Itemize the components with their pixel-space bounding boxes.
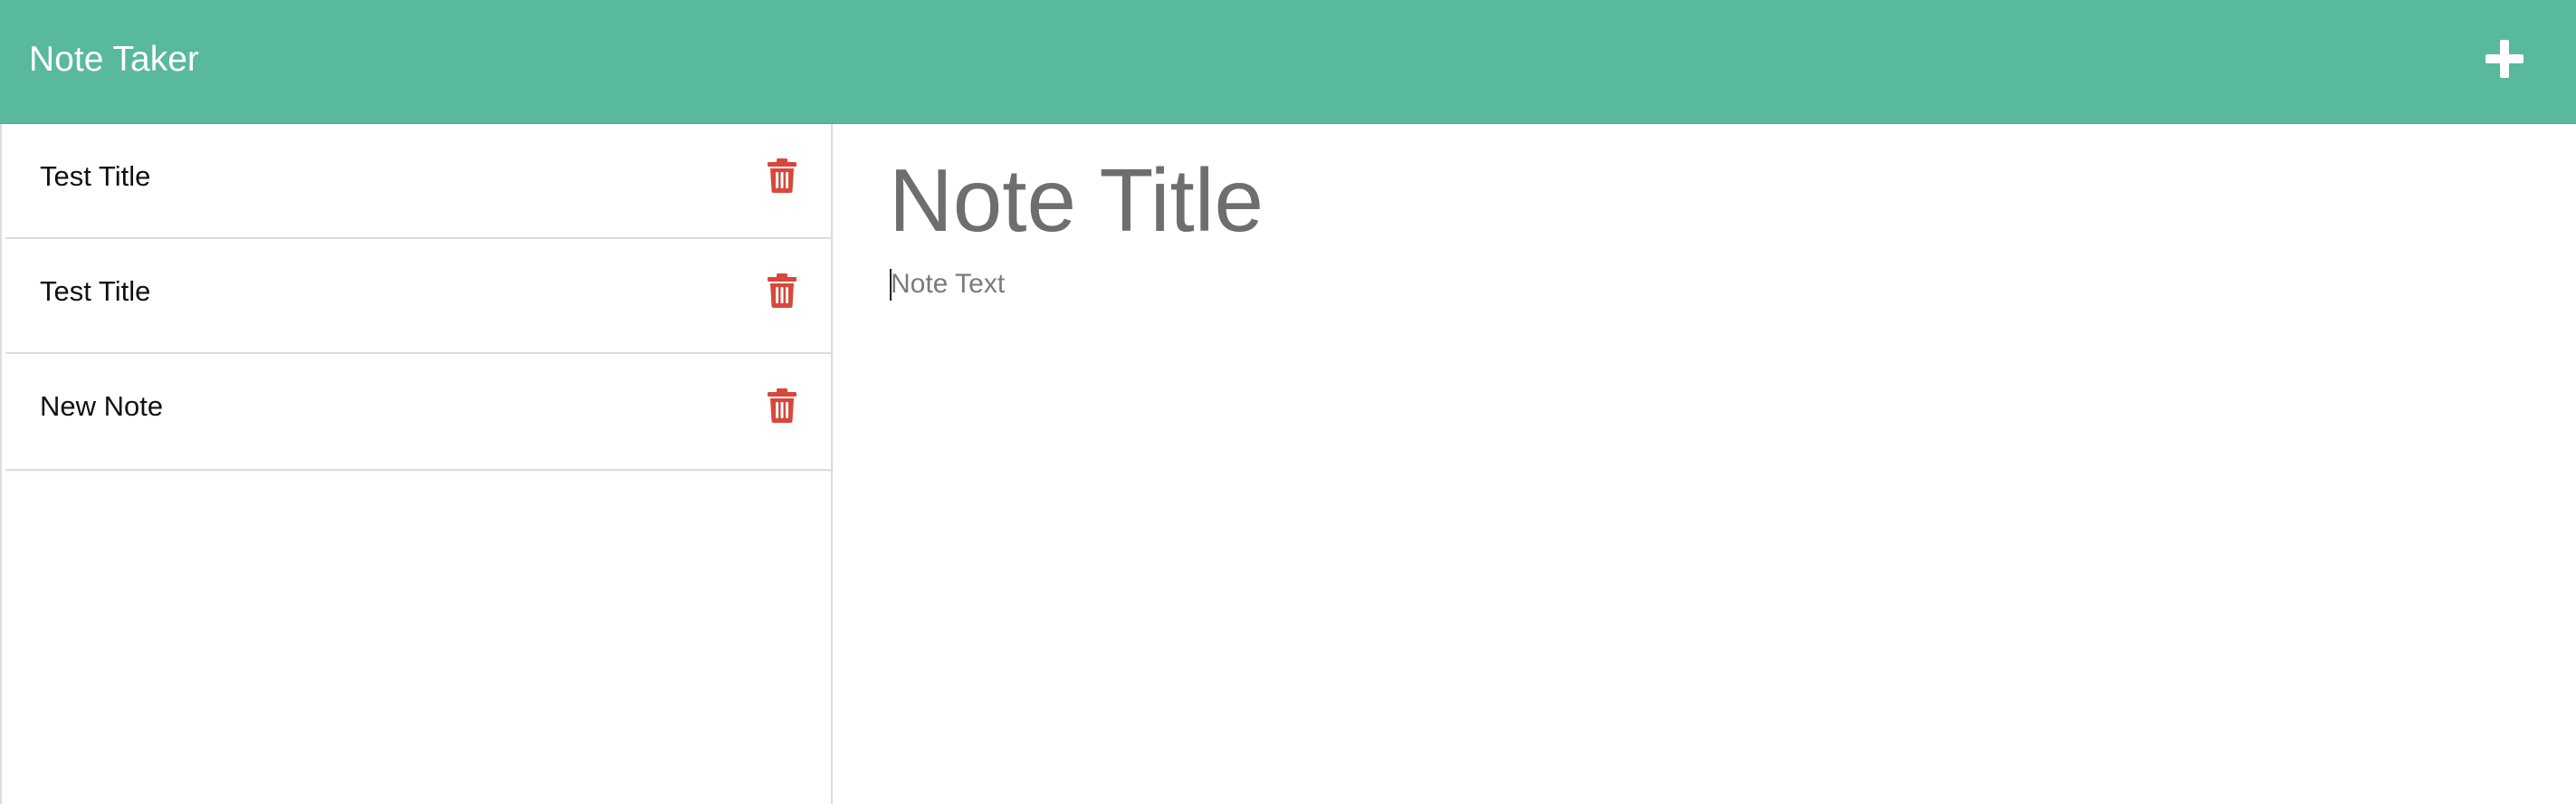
new-note-button[interactable] bbox=[2476, 31, 2533, 87]
note-item-title: Test Title bbox=[40, 160, 151, 192]
note-text-textarea[interactable] bbox=[891, 267, 2520, 774]
notes-sidebar: Test Title Test Title New Note bbox=[0, 124, 833, 804]
delete-note-button[interactable] bbox=[767, 273, 797, 309]
list-item[interactable]: Test Title bbox=[5, 124, 833, 239]
list-item[interactable]: Test Title bbox=[5, 239, 833, 354]
navbar: Note Taker bbox=[0, 0, 2576, 124]
delete-note-button[interactable] bbox=[767, 158, 797, 194]
trash-icon bbox=[768, 158, 797, 193]
text-cursor bbox=[890, 269, 892, 301]
delete-note-button[interactable] bbox=[767, 388, 797, 424]
plus-icon bbox=[2485, 40, 2524, 78]
trash-icon bbox=[768, 388, 797, 423]
note-item-title: New Note bbox=[40, 390, 164, 422]
note-title-input[interactable] bbox=[889, 146, 2247, 254]
trash-icon bbox=[768, 273, 797, 308]
note-list: Test Title Test Title New Note bbox=[5, 124, 833, 471]
note-editor bbox=[833, 124, 2576, 804]
list-item[interactable]: New Note bbox=[5, 354, 833, 469]
note-item-title: Test Title bbox=[40, 275, 151, 307]
app-title[interactable]: Note Taker bbox=[29, 38, 199, 81]
